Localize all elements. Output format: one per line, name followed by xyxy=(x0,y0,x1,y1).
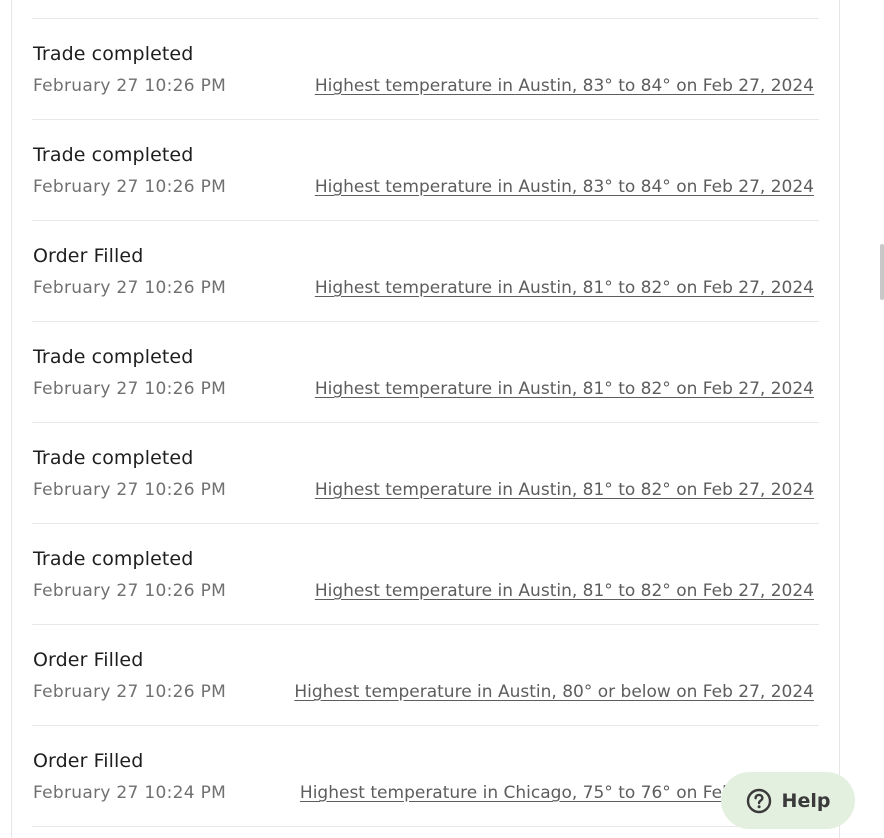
question-circle-icon xyxy=(746,788,771,813)
list-item: Trade completed February 27 10:26 PM Hig… xyxy=(32,120,819,221)
activity-timestamp: February 27 10:26 PM xyxy=(33,379,227,399)
market-link[interactable]: Highest temperature in Austin, 81° to 82… xyxy=(315,278,814,298)
activity-timestamp: February 27 10:26 PM xyxy=(33,76,227,96)
activity-title: Trade completed xyxy=(33,346,194,368)
activity-timestamp: February 27 10:26 PM xyxy=(33,177,227,197)
activity-title: Trade completed xyxy=(33,447,194,469)
activity-timestamp: February 27 10:26 PM xyxy=(33,581,227,601)
market-link[interactable]: Highest temperature in Austin, 81° to 82… xyxy=(315,581,814,601)
activity-title: Order Filled xyxy=(33,649,144,671)
market-link[interactable]: Highest temperature in Austin, 80° or be… xyxy=(294,682,814,702)
activity-title: Order Filled xyxy=(33,245,144,267)
list-item: Order Filled February 27 10:24 PM Highes… xyxy=(32,726,819,827)
list-item: Trade completed February 27 10:26 PM Hig… xyxy=(32,19,819,120)
help-button[interactable]: Help xyxy=(721,772,855,829)
activity-list: Trade completed February 27 10:26 PM Hig… xyxy=(32,18,819,827)
list-item: Order Filled February 27 10:26 PM Highes… xyxy=(32,625,819,726)
activity-panel: Trade completed February 27 10:26 PM Hig… xyxy=(11,0,840,838)
activity-title: Trade completed xyxy=(33,548,194,570)
activity-timestamp: February 27 10:26 PM xyxy=(33,480,227,500)
market-link[interactable]: Highest temperature in Austin, 83° to 84… xyxy=(315,177,814,197)
activity-timestamp: February 27 10:26 PM xyxy=(33,278,227,298)
activity-timestamp: February 27 10:26 PM xyxy=(33,682,227,702)
market-link[interactable]: Highest temperature in Austin, 83° to 84… xyxy=(315,76,814,96)
list-item: Trade completed February 27 10:26 PM Hig… xyxy=(32,524,819,625)
list-item: Trade completed February 27 10:26 PM Hig… xyxy=(32,423,819,524)
activity-title: Order Filled xyxy=(33,750,144,772)
activity-title: Trade completed xyxy=(33,43,194,65)
help-label: Help xyxy=(781,789,831,812)
list-item: Order Filled February 27 10:26 PM Highes… xyxy=(32,221,819,322)
list-item: Trade completed February 27 10:26 PM Hig… xyxy=(32,322,819,423)
scrollbar-thumb[interactable] xyxy=(880,244,884,300)
market-link[interactable]: Highest temperature in Austin, 81° to 82… xyxy=(315,480,814,500)
activity-timestamp: February 27 10:24 PM xyxy=(33,783,227,803)
market-link[interactable]: Highest temperature in Austin, 81° to 82… xyxy=(315,379,814,399)
page: Trade completed February 27 10:26 PM Hig… xyxy=(0,0,884,838)
activity-title: Trade completed xyxy=(33,144,194,166)
